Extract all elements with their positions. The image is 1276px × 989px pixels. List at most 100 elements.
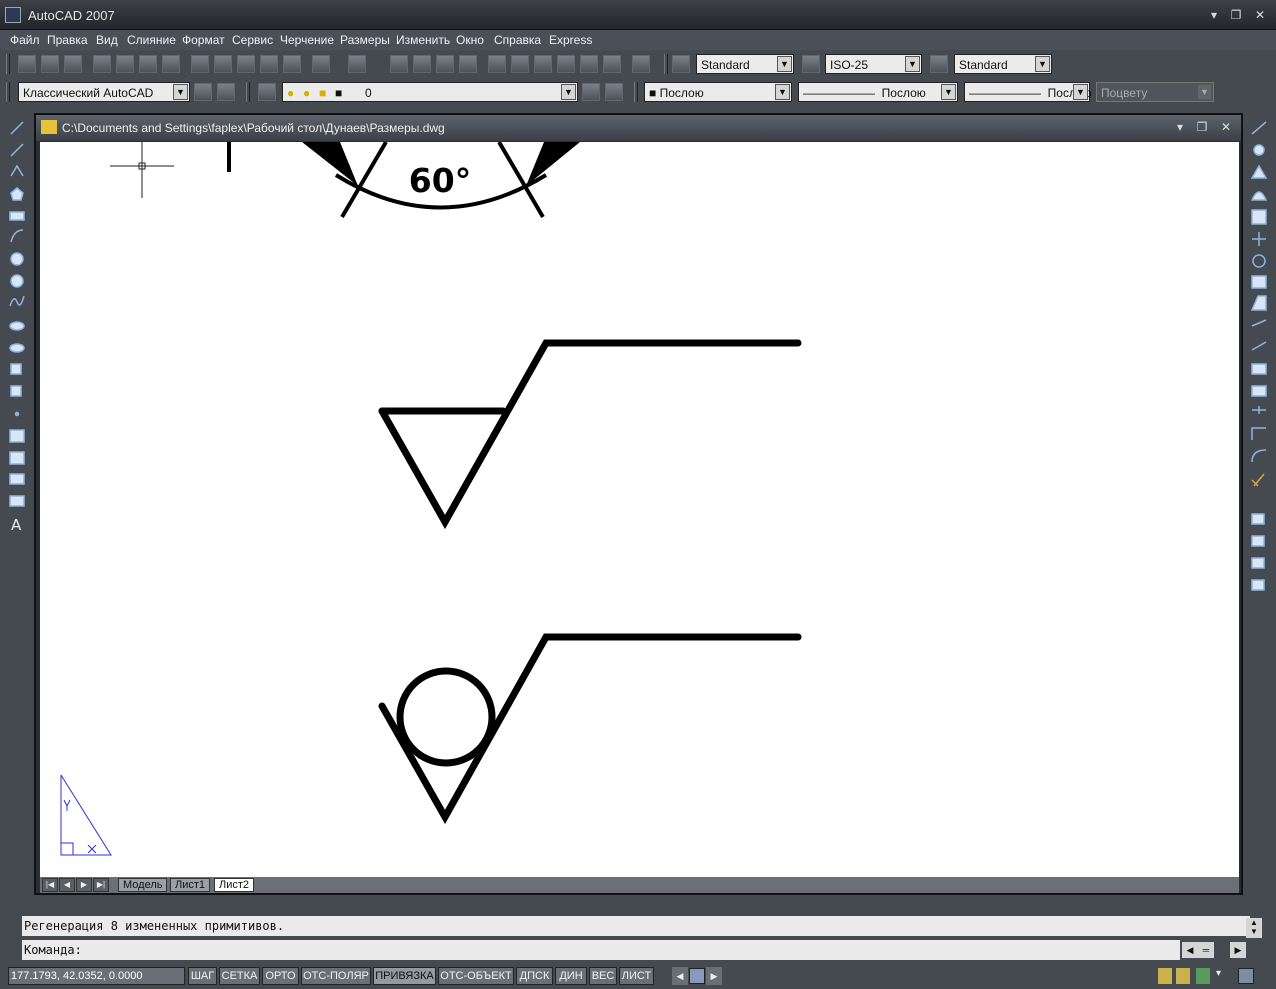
close-icon[interactable]: ✕ (1252, 8, 1268, 22)
redo-icon[interactable] (348, 55, 366, 73)
plot-icon[interactable] (93, 55, 111, 73)
array-icon[interactable] (1251, 209, 1267, 225)
layer-previous-icon[interactable] (605, 83, 623, 101)
menu-edit[interactable]: Правка (47, 33, 88, 47)
drawing-svg[interactable]: 60° (40, 140, 1239, 877)
toolbar-grip[interactable] (246, 82, 250, 102)
arc-icon[interactable] (10, 229, 24, 243)
otrack-button[interactable]: ОТС-ОБЪЕКТ (438, 967, 514, 985)
point-icon[interactable] (14, 411, 20, 417)
ortho-button[interactable]: ОРТО (262, 967, 299, 985)
polygon-icon[interactable] (10, 187, 24, 201)
text-style-combo[interactable]: Standard ▼ (696, 54, 794, 74)
dyn-button[interactable]: ДИН (555, 967, 587, 985)
match-properties-icon[interactable] (260, 55, 278, 73)
doc-minimize-icon[interactable]: ▾ (1172, 120, 1188, 134)
doc-restore-icon[interactable]: ❐ (1194, 120, 1210, 134)
hatch-icon[interactable] (9, 429, 25, 443)
lineweight-combo[interactable]: —————— Послою ▼ (964, 82, 1092, 102)
break-at-point-icon[interactable] (1251, 363, 1267, 375)
clean-screen-icon[interactable] (1238, 968, 1254, 984)
copy-object-icon[interactable] (1253, 144, 1265, 156)
insert-block-icon[interactable] (10, 363, 22, 375)
tool-palettes-icon[interactable] (534, 55, 552, 73)
tab-model[interactable]: Модель (118, 878, 168, 892)
cut-icon[interactable] (191, 55, 209, 73)
paste-icon[interactable] (237, 55, 255, 73)
linetype-combo[interactable]: —————— Послою ▼ (798, 82, 958, 102)
layer-manager-icon[interactable] (258, 83, 276, 101)
prev-tab-icon[interactable]: ◀ (59, 878, 75, 892)
layer-combo[interactable]: ● ● ■ ■ 0 ▼ (282, 82, 578, 102)
scale-icon[interactable] (1251, 275, 1267, 289)
chevron-down-icon[interactable]: ▼ (561, 84, 576, 100)
scroll-right-icon[interactable]: ▶ (1230, 942, 1246, 958)
ellipse-icon[interactable] (9, 321, 25, 331)
scroll-up-icon[interactable]: ▲ ▼ (1246, 918, 1262, 938)
multiline-text-icon[interactable]: A (11, 516, 22, 534)
menu-file[interactable]: Файл (10, 33, 40, 47)
erase-icon[interactable] (1251, 121, 1267, 135)
roughness-symbol-triangle[interactable] (378, 339, 802, 530)
draw-order-front-icon[interactable] (1251, 513, 1265, 525)
toolbar-grip[interactable] (664, 54, 668, 74)
gradient-icon[interactable] (9, 451, 25, 465)
open-file-icon[interactable] (41, 55, 59, 73)
rectangle-icon[interactable] (9, 211, 25, 221)
angular-dimension[interactable] (227, 140, 580, 219)
coordinates-readout[interactable]: 177.1793, 42.0352, 0.0000 (8, 967, 185, 985)
menu-merge[interactable]: Слияние (127, 33, 176, 47)
lock-toolbar-icon[interactable] (1158, 968, 1172, 984)
menu-express[interactable]: Express (549, 33, 592, 47)
maximize-viewport-icon[interactable] (689, 968, 705, 984)
menu-format[interactable]: Формат (182, 33, 225, 47)
paper-model-button[interactable]: ЛИСТ (619, 967, 654, 985)
draw-order-above-icon[interactable] (1251, 557, 1265, 569)
circle-icon[interactable] (10, 252, 24, 266)
menu-view[interactable]: Вид (96, 33, 118, 47)
block-editor-icon[interactable] (283, 55, 301, 73)
sheet-set-icon[interactable] (557, 55, 575, 73)
move-icon[interactable] (1252, 232, 1266, 246)
snap-button[interactable]: ШАГ (188, 967, 217, 985)
restore-icon[interactable]: ❐ (1228, 8, 1244, 22)
menu-help[interactable]: Справка (494, 33, 541, 47)
scroll-left-icon[interactable]: ◀ (1182, 942, 1198, 958)
break-icon[interactable] (1251, 385, 1267, 397)
autocad-app-icon[interactable] (5, 7, 21, 23)
design-center-icon[interactable] (511, 55, 529, 73)
chevron-down-icon[interactable]: ▼ (941, 84, 956, 100)
explode-icon[interactable] (1251, 473, 1265, 487)
calculator-icon[interactable] (603, 55, 621, 73)
osnap-button[interactable]: ПРИВЯЗКА (373, 967, 436, 985)
3d-publish-icon[interactable] (162, 55, 180, 73)
draw-order-under-icon[interactable] (1251, 579, 1265, 591)
toolbar-grip[interactable] (634, 82, 638, 102)
zoom-previous-icon[interactable] (459, 55, 477, 73)
chevron-down-icon[interactable]: ▼ (905, 56, 920, 72)
copy-icon[interactable] (214, 55, 232, 73)
lock-icon[interactable]: ■ (319, 86, 326, 100)
line-icon[interactable] (10, 121, 24, 135)
revision-cloud-icon[interactable] (10, 274, 24, 288)
join-icon[interactable] (1252, 406, 1266, 414)
plot-preview-icon[interactable] (116, 55, 134, 73)
new-file-icon[interactable] (18, 55, 36, 73)
dim-style-combo[interactable]: ISO-25 ▼ (825, 54, 922, 74)
lightbulb-icon[interactable]: ● (287, 86, 294, 100)
polar-button[interactable]: ОТС-ПОЛЯР (301, 967, 371, 985)
sun-icon[interactable]: ● (303, 86, 310, 100)
ducs-button[interactable]: ДПСК (516, 967, 553, 985)
markup-icon[interactable] (580, 55, 598, 73)
ellipse-arc-icon[interactable] (9, 343, 25, 353)
save-icon[interactable] (64, 55, 82, 73)
help-icon[interactable] (632, 55, 650, 73)
trusted-dwg-icon[interactable] (1196, 968, 1210, 984)
first-tab-icon[interactable]: |◀ (42, 878, 58, 892)
doc-close-icon[interactable]: ✕ (1218, 120, 1234, 134)
status-scroll-left-icon[interactable]: ◀ (672, 967, 688, 985)
menu-modify[interactable]: Изменить (396, 33, 450, 47)
make-block-icon[interactable] (10, 385, 22, 397)
toolbar-grip[interactable] (6, 54, 10, 74)
table-style-combo[interactable]: Standard ▼ (954, 54, 1052, 74)
